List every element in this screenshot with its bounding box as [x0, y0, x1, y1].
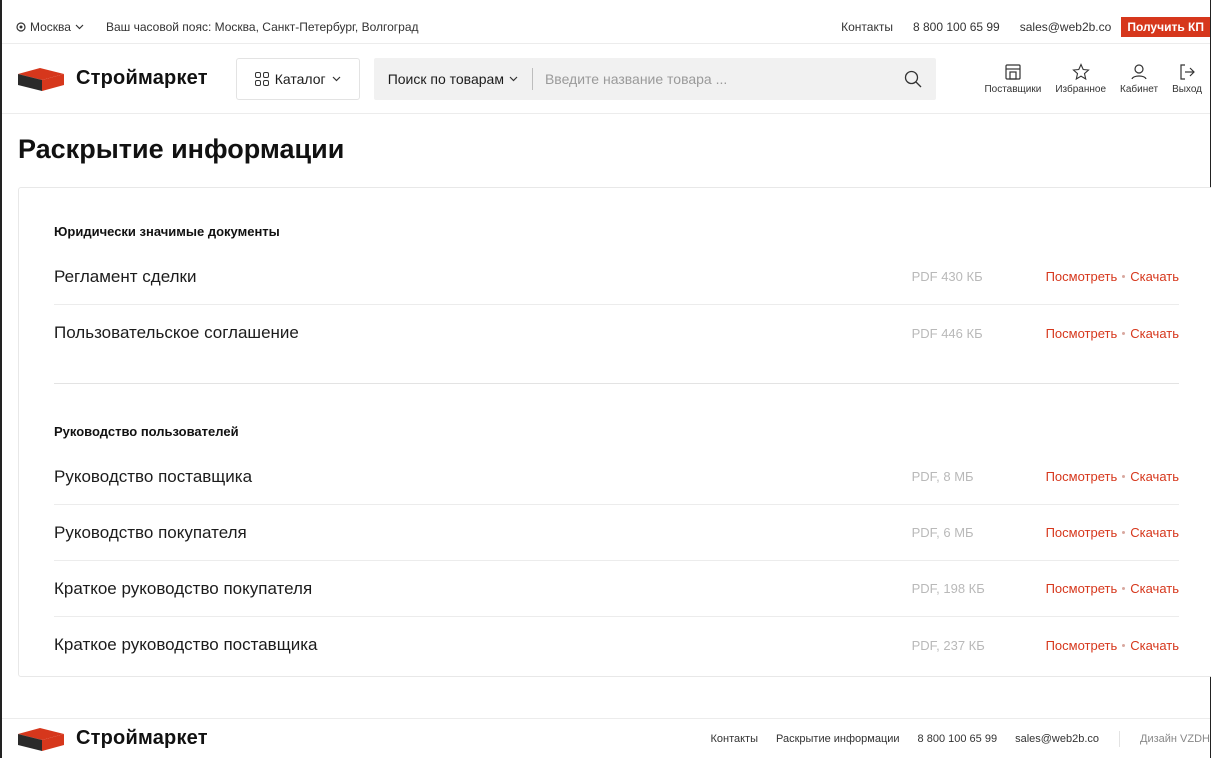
email-link[interactable]: sales@web2b.co: [1020, 20, 1112, 34]
document-meta: PDF 446 КБ: [911, 325, 983, 341]
section-divider: [54, 383, 1179, 384]
logo-text: Строймаркет: [76, 67, 208, 89]
location-pin-icon: [16, 21, 26, 32]
timezone-text: Ваш часовой пояс: Москва, Санкт-Петербур…: [105, 19, 419, 34]
suppliers-button[interactable]: Поставщики: [984, 63, 1041, 95]
document-row: Руководство покупателя PDF, 6 МБ Посмотр…: [54, 505, 1179, 561]
design-credit[interactable]: Дизайн VZDH: [1140, 733, 1210, 745]
city-label: Москва: [30, 19, 71, 34]
document-name: Руководство покупателя: [54, 522, 247, 542]
footer-contacts-link[interactable]: Контакты: [710, 733, 758, 745]
chevron-down-icon: [332, 76, 341, 81]
cabinet-button[interactable]: Кабинет: [1120, 63, 1158, 95]
document-meta: PDF, 6 МБ: [911, 525, 974, 540]
document-meta: PDF 430 КБ: [911, 269, 983, 284]
view-link[interactable]: Посмотреть: [1046, 581, 1118, 596]
logo-text: Строймаркет: [76, 727, 208, 749]
section-heading-guides: Руководство пользователей: [54, 424, 239, 439]
document-name: Пользовательское соглашение: [54, 323, 299, 342]
document-row: Регламент сделки PDF 430 КБ Посмотреть Ск…: [54, 249, 1179, 305]
footer-divider: [1119, 730, 1121, 747]
documents-card: Юридически значимые документы Регламент …: [18, 187, 1211, 677]
store-icon: [1005, 63, 1021, 80]
document-meta: PDF, 237 КБ: [911, 637, 985, 653]
favorites-label: Избранное: [1055, 83, 1107, 95]
section-heading-legal: Юридически значимые документы: [54, 224, 280, 239]
main-header: Строймаркет Каталог Поиск по товарам Пос…: [2, 44, 1210, 114]
view-link[interactable]: Посмотреть: [1046, 269, 1118, 284]
download-link[interactable]: Скачать: [1130, 525, 1179, 540]
contacts-link[interactable]: Контакты: [841, 20, 893, 34]
view-link[interactable]: Посмотреть: [1046, 326, 1118, 341]
top-bar: Москва Ваш часовой пояс: Москва, Санкт-П…: [2, 10, 1210, 44]
chevron-down-icon: [509, 76, 518, 81]
footer-phone-link[interactable]: 8 800 100 65 99: [918, 733, 998, 745]
separator-dot: [1122, 643, 1126, 647]
chevron-down-icon: [75, 24, 84, 29]
footer: Строймаркет Контакты Раскрытие информаци…: [2, 718, 1210, 758]
separator-dot: [1122, 587, 1126, 590]
user-icon: [1131, 63, 1147, 79]
logout-icon: [1180, 63, 1195, 80]
separator-dot: [1122, 531, 1126, 534]
search-divider: [531, 67, 533, 90]
phone-link[interactable]: 8 800 100 65 99: [913, 20, 1000, 34]
search-mode-label: Поиск по товарам: [387, 70, 504, 87]
suppliers-label: Поставщики: [984, 83, 1042, 95]
view-link[interactable]: Посмотреть: [1046, 469, 1118, 484]
logo-mark-icon: [18, 727, 64, 751]
catalog-button[interactable]: Каталог: [235, 57, 360, 100]
separator-dot: [1122, 475, 1126, 478]
document-name: Краткое руководство поставщика: [54, 635, 318, 654]
design-credit-label: Дизайн VZDH: [1140, 732, 1210, 745]
document-name: Краткое руководство покупателя: [54, 578, 313, 598]
document-meta: PDF, 198 КБ: [911, 581, 985, 596]
footer-logo[interactable]: Строймаркет: [16, 726, 208, 752]
download-link[interactable]: Скачать: [1130, 638, 1179, 653]
get-quote-button[interactable]: Получить КП: [1121, 16, 1210, 37]
download-link[interactable]: Скачать: [1130, 581, 1179, 596]
separator-dot: [1122, 331, 1126, 335]
header-actions: Поставщики Избранное Кабинет Выход: [984, 62, 1202, 95]
search-icon[interactable]: [904, 70, 922, 88]
grid-icon: [254, 71, 269, 86]
search-mode-select[interactable]: Поиск по товарам: [374, 71, 532, 87]
favorites-button[interactable]: Избранное: [1055, 62, 1107, 95]
search-bar: Поиск по товарам: [373, 57, 936, 100]
document-row: Краткое руководство поставщика PDF, 237 …: [54, 617, 1179, 673]
footer-email-link[interactable]: sales@web2b.co: [1015, 733, 1099, 745]
document-row: Краткое руководство покупателя PDF, 198 …: [54, 561, 1179, 617]
download-link[interactable]: Скачать: [1130, 469, 1179, 484]
logo-mark-icon: [18, 67, 64, 91]
view-link[interactable]: Посмотреть: [1046, 525, 1118, 540]
logo[interactable]: Строймаркет: [16, 66, 208, 92]
separator-dot: [1122, 275, 1126, 278]
city-selector[interactable]: Москва: [16, 20, 84, 34]
logout-label: Выход: [1172, 83, 1202, 95]
view-link[interactable]: Посмотреть: [1046, 638, 1118, 653]
catalog-label: Каталог: [274, 70, 326, 87]
logout-button[interactable]: Выход: [1172, 63, 1202, 95]
document-name: Руководство поставщика: [54, 466, 253, 486]
footer-links: Контакты Раскрытие информации 8 800 100 …: [710, 730, 1210, 747]
star-icon: [1071, 62, 1090, 80]
footer-disclosure-link[interactable]: Раскрытие информации: [776, 733, 900, 745]
document-name: Регламент сделки: [54, 266, 197, 286]
cabinet-label: Кабинет: [1120, 83, 1159, 95]
download-link[interactable]: Скачать: [1130, 269, 1179, 284]
page-title: Раскрытие информации: [18, 134, 345, 164]
search-input[interactable]: [544, 70, 904, 87]
document-row: Руководство поставщика PDF, 8 МБ Посмотр…: [54, 449, 1179, 505]
download-link[interactable]: Скачать: [1130, 326, 1179, 341]
document-meta: PDF, 8 МБ: [911, 469, 974, 484]
document-row: Пользовательское соглашение PDF 446 КБ П…: [54, 305, 1179, 361]
